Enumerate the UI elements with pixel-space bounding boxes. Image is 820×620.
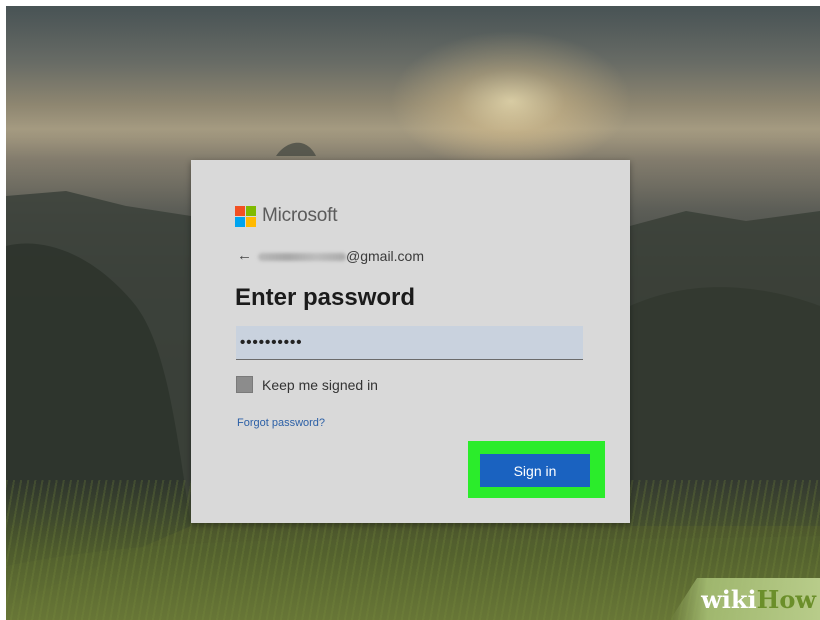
blurred-username (258, 252, 346, 261)
password-field[interactable]: •••••••••• (236, 326, 583, 360)
forgot-password-link[interactable]: Forgot password? (237, 417, 325, 429)
page-title: Enter password (235, 284, 416, 311)
keep-signed-in-row: Keep me signed in (236, 376, 378, 393)
watermark-how: How (756, 584, 816, 614)
microsoft-logo-icon (235, 205, 256, 227)
account-identity: ← @gmail.com (237, 247, 424, 264)
logo-yellow-square (246, 216, 256, 227)
sign-in-button[interactable]: Sign in (480, 454, 590, 487)
keep-signed-in-checkbox[interactable] (236, 376, 253, 393)
sign-in-dialog: Microsoft ← @gmail.com Enter password ••… (191, 160, 630, 523)
logo-red-square (235, 205, 245, 216)
background-photo: Microsoft ← @gmail.com Enter password ••… (6, 6, 820, 620)
brand-name: Microsoft (262, 205, 338, 226)
keep-signed-in-label[interactable]: Keep me signed in (262, 377, 378, 393)
back-arrow-icon[interactable]: ← (237, 247, 252, 264)
logo-green-square (246, 205, 256, 216)
logo-blue-square (235, 216, 245, 227)
watermark-wiki: wiki (701, 584, 757, 614)
email-address: @gmail.com (258, 248, 424, 264)
email-domain: @gmail.com (346, 247, 425, 264)
microsoft-brand: Microsoft (235, 205, 337, 227)
